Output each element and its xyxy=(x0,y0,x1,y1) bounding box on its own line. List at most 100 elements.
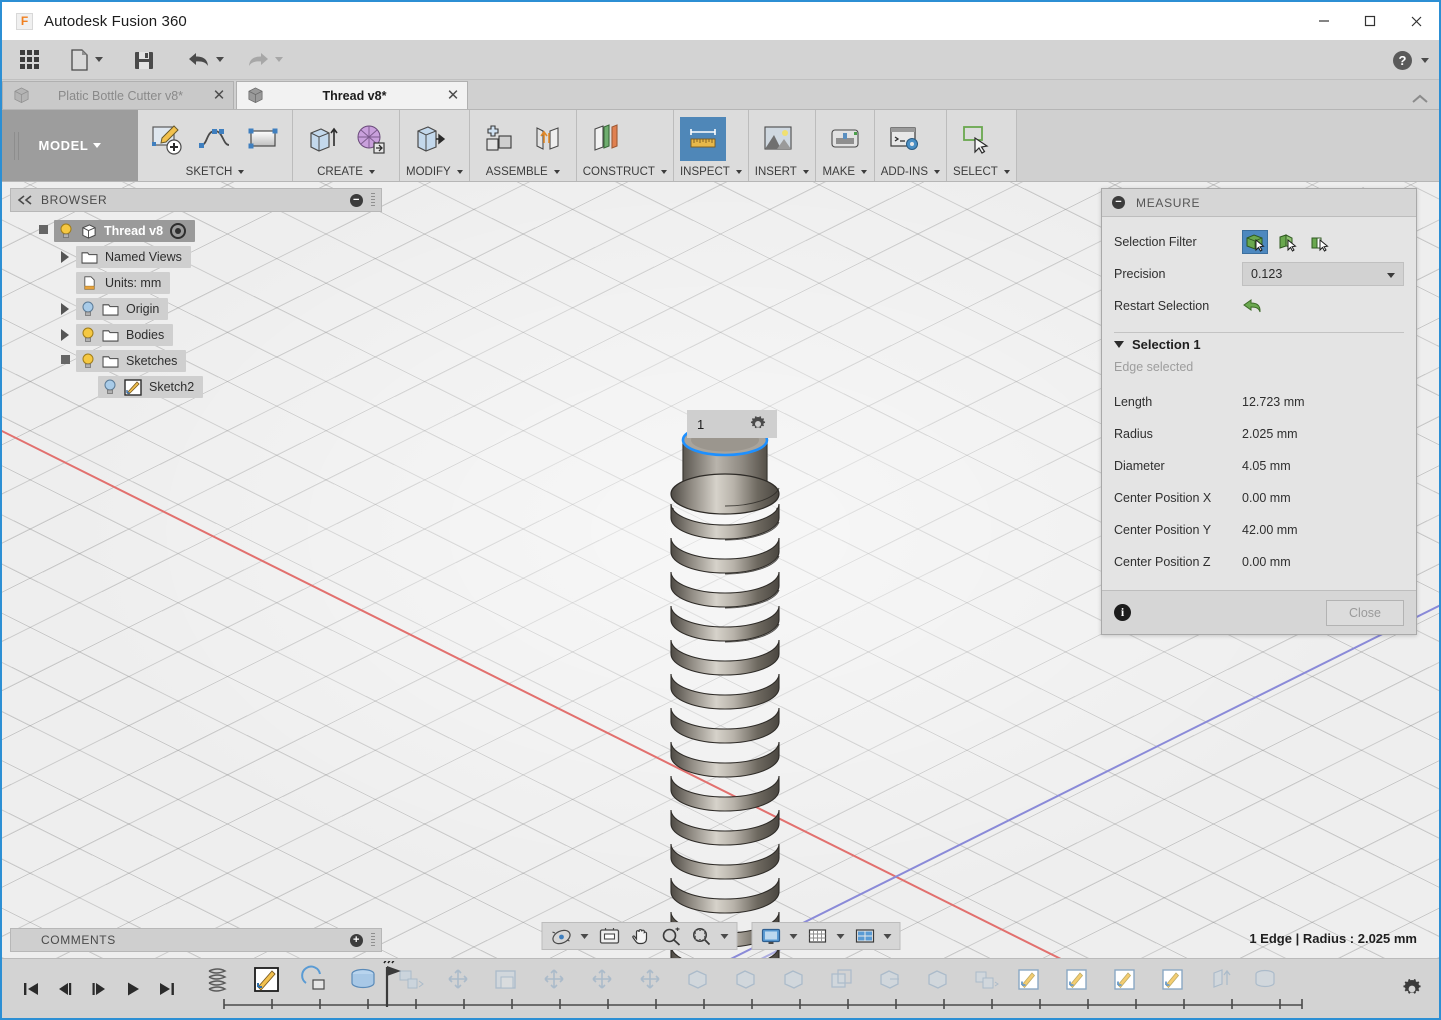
new-component-icon xyxy=(486,124,512,151)
measure-dialog-header[interactable]: − MEASURE xyxy=(1102,189,1416,217)
save-button[interactable] xyxy=(125,40,163,80)
tab-close-icon[interactable]: ✕ xyxy=(445,88,461,103)
close-button[interactable]: Close xyxy=(1326,599,1404,626)
tree-item-sketches[interactable]: Sketches xyxy=(10,348,382,374)
timeline-features-strip[interactable] xyxy=(192,960,1342,1013)
joint-button[interactable] xyxy=(524,117,570,161)
comments-resize-grip[interactable] xyxy=(371,933,375,947)
display-settings-button[interactable] xyxy=(756,923,801,949)
zoom-button[interactable] xyxy=(656,923,685,949)
thread-marker-number: 1 xyxy=(697,416,705,432)
grid-snap-button[interactable] xyxy=(803,923,848,949)
add-comment-icon[interactable]: + xyxy=(350,933,363,947)
extrude-button[interactable] xyxy=(299,117,345,161)
ribbon-group-label[interactable]: ADD-INS xyxy=(881,164,941,179)
tree-item-named-views[interactable]: Named Views xyxy=(10,244,382,270)
tree-item-thread[interactable]: Thread v8 xyxy=(10,218,382,244)
ribbon-group-label[interactable]: CONSTRUCT xyxy=(583,164,667,179)
step-back-button[interactable] xyxy=(54,978,76,1000)
new-component-button[interactable] xyxy=(476,117,522,161)
component-cube-icon xyxy=(248,87,263,104)
twisty-closed-icon[interactable] xyxy=(54,251,76,263)
title-bar: F Autodesk Fusion 360 xyxy=(2,2,1439,40)
twisty-closed-icon[interactable] xyxy=(54,329,76,341)
twisty-open-icon[interactable] xyxy=(32,224,54,236)
ribbon-group-label[interactable]: MODIFY xyxy=(406,164,463,179)
ribbon-group-label[interactable]: SELECT xyxy=(953,164,1010,179)
timeline-settings-button[interactable] xyxy=(1401,978,1423,1000)
info-icon[interactable]: i xyxy=(1114,604,1131,621)
ribbon-group-label[interactable]: MAKE xyxy=(822,164,868,179)
tree-item-sketch2[interactable]: Sketch2 xyxy=(10,374,382,400)
go-to-end-button[interactable] xyxy=(156,978,178,1000)
go-to-start-button[interactable] xyxy=(20,978,42,1000)
file-menu-button[interactable] xyxy=(61,40,111,80)
comments-header[interactable]: COMMENTS + xyxy=(10,928,382,952)
tree-item-label: Sketch2 xyxy=(149,380,195,394)
create-sketch-button[interactable] xyxy=(144,117,190,161)
ribbon-group-label[interactable]: INSERT xyxy=(755,164,809,179)
ribbon-group-label[interactable]: ASSEMBLE xyxy=(476,164,570,179)
fusion-logo-icon: F xyxy=(16,12,33,30)
minimize-icon[interactable] xyxy=(1301,2,1347,40)
select-edge-filter-button[interactable] xyxy=(1306,230,1332,254)
viewport-layout-button[interactable] xyxy=(850,923,895,949)
maximize-icon[interactable] xyxy=(1347,2,1393,40)
measure-result-row: Diameter 4.05 mm xyxy=(1114,450,1404,482)
zoom-window-button[interactable] xyxy=(687,923,732,949)
measure-collapse-icon[interactable]: − xyxy=(1112,196,1125,209)
browser-minimize-icon[interactable]: − xyxy=(350,193,363,207)
rectangle-button[interactable] xyxy=(240,117,286,161)
look-at-button[interactable] xyxy=(594,923,624,949)
tree-item-units[interactable]: Units: mm xyxy=(10,270,382,296)
twisty-open-icon[interactable] xyxy=(54,354,76,366)
select-body-filter-button[interactable] xyxy=(1242,230,1268,254)
undo-button[interactable] xyxy=(179,40,232,80)
selection-section-header[interactable]: Selection 1 xyxy=(1114,337,1404,352)
light-bulb-off-icon[interactable] xyxy=(103,379,117,395)
light-bulb-icon[interactable] xyxy=(81,327,95,343)
ribbon-group-label[interactable]: INSPECT xyxy=(680,164,742,179)
browser-resize-grip[interactable] xyxy=(371,193,375,207)
spline-button[interactable] xyxy=(192,117,238,161)
workspace-switcher[interactable]: MODEL xyxy=(2,110,138,181)
redo-button[interactable] xyxy=(238,40,291,80)
tree-item-bodies[interactable]: Bodies xyxy=(10,322,382,348)
tree-item-origin[interactable]: Origin xyxy=(10,296,382,322)
restart-selection-button[interactable] xyxy=(1242,297,1263,316)
collapse-ribbon-icon[interactable] xyxy=(1411,94,1429,105)
3d-print-button[interactable] xyxy=(822,117,868,161)
tab-close-icon[interactable]: ✕ xyxy=(211,88,227,103)
light-bulb-off-icon[interactable] xyxy=(81,301,95,317)
close-icon[interactable] xyxy=(1393,2,1439,40)
press-pull-button[interactable] xyxy=(406,117,452,161)
scripts-addins-button[interactable] xyxy=(881,117,927,161)
light-bulb-icon[interactable] xyxy=(81,353,95,369)
viewport-canvas[interactable]: TOP FRONT RIGHT BROWSER − xyxy=(2,182,1439,958)
select-face-filter-button[interactable] xyxy=(1274,230,1300,254)
light-bulb-icon[interactable] xyxy=(59,223,73,239)
pan-button[interactable] xyxy=(626,923,654,949)
visibility-toggle-icon[interactable] xyxy=(170,223,187,239)
precision-dropdown[interactable]: 0.123 xyxy=(1242,262,1404,286)
create-mesh-button[interactable] xyxy=(347,117,393,161)
twisty-closed-icon[interactable] xyxy=(54,303,76,315)
collapse-browser-icon[interactable] xyxy=(17,195,33,205)
gear-icon[interactable] xyxy=(749,415,767,433)
play-button[interactable] xyxy=(122,978,144,1000)
thread-model-3d[interactable]: 1 xyxy=(657,410,797,958)
step-forward-button[interactable] xyxy=(88,978,110,1000)
show-data-panel-button[interactable] xyxy=(2,40,47,80)
document-tab-1[interactable]: Thread v8* ✕ xyxy=(236,81,468,109)
orbit-button[interactable] xyxy=(546,923,592,949)
help-menu[interactable]: ? xyxy=(1393,40,1429,80)
document-tab-0[interactable]: Platic Bottle Cutter v8* ✕ xyxy=(2,81,234,109)
insert-image-button[interactable] xyxy=(755,117,801,161)
select-window-button[interactable] xyxy=(953,117,999,161)
measure-button[interactable] xyxy=(679,116,726,161)
thread-marker-badge[interactable]: 1 xyxy=(687,410,777,438)
ribbon-group-label[interactable]: SKETCH xyxy=(144,164,286,179)
browser-header[interactable]: BROWSER − xyxy=(10,188,382,212)
ribbon-group-label[interactable]: CREATE xyxy=(299,164,393,179)
offset-plane-button[interactable] xyxy=(583,117,629,161)
